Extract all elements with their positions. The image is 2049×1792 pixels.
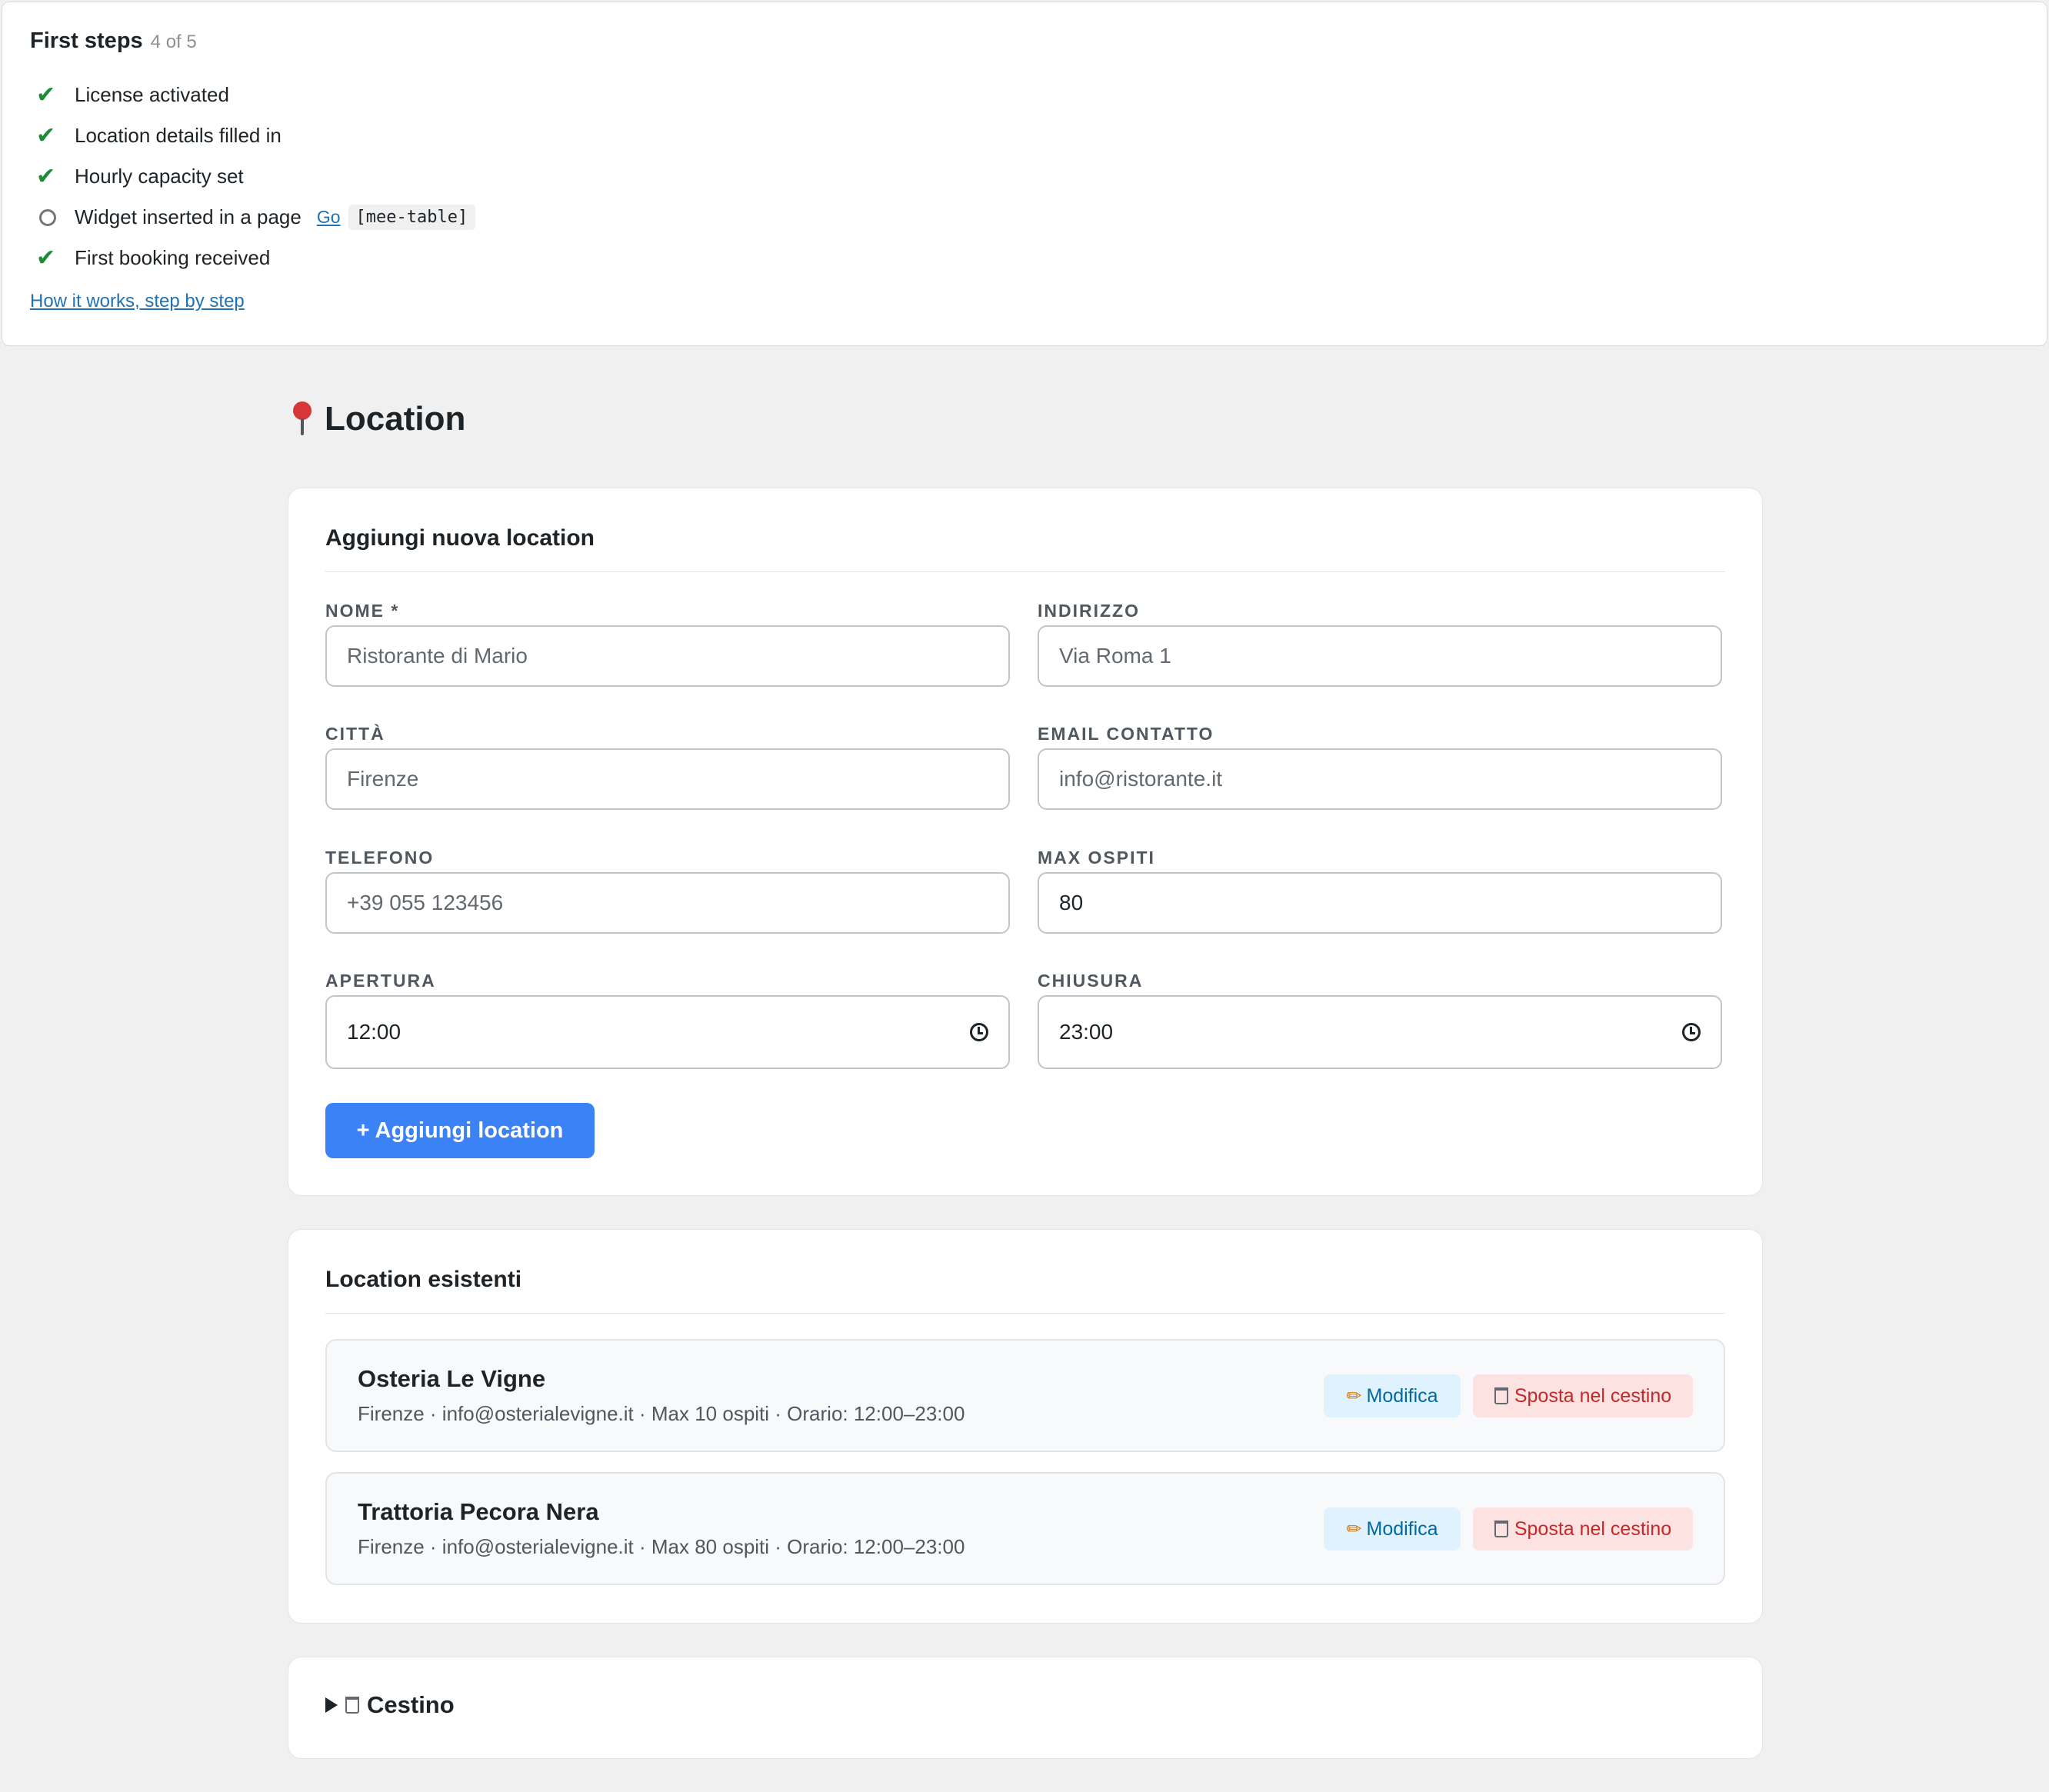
- nome-input[interactable]: Ristorante di Mario: [325, 625, 1010, 687]
- first-steps-list: ✔ License activated ✔ Location details f…: [30, 75, 2019, 278]
- trash-icon: [1494, 1387, 1508, 1404]
- indirizzo-input[interactable]: Via Roma 1: [1038, 625, 1722, 687]
- chiusura-field-group: CHIUSURA 23:00: [1038, 971, 1722, 1069]
- checkmark-icon: ✔: [36, 245, 56, 271]
- trash-card: Cestino: [288, 1657, 1763, 1759]
- existing-locations-title: Location esistenti: [325, 1267, 522, 1292]
- step-label: Location details filled in: [75, 124, 282, 147]
- apertura-time-input[interactable]: 12:00: [325, 995, 1010, 1069]
- add-location-button[interactable]: + Aggiungi location: [325, 1103, 595, 1158]
- existing-locations-card: Location esistenti Osteria Le Vigne Fire…: [288, 1229, 1763, 1624]
- max-ospiti-input[interactable]: 80: [1038, 872, 1722, 934]
- max-ospiti-field-group: MAX OSPITI 80: [1038, 848, 1722, 934]
- first-steps-progress: 4 of 5: [150, 32, 197, 52]
- nome-label: NOME *: [325, 601, 400, 621]
- pin-icon: [291, 400, 314, 438]
- telefono-input[interactable]: +39 055 123456: [325, 872, 1010, 934]
- step-item: ✔ License activated: [30, 75, 2019, 115]
- move-to-trash-button[interactable]: Sposta nel cestino: [1473, 1374, 1693, 1417]
- citta-field-group: CITTÀ Firenze: [325, 724, 1010, 810]
- triangle-right-icon: [325, 1697, 338, 1713]
- telefono-label: TELEFONO: [325, 848, 435, 868]
- trash-title: Cestino: [367, 1691, 455, 1718]
- pencil-icon: ✏: [1346, 1518, 1362, 1540]
- divider: [325, 571, 1725, 572]
- first-steps-panel: First steps 4 of 5 ✔ License activated ✔…: [2, 2, 2047, 346]
- page-heading: Location: [291, 400, 465, 438]
- chiusura-time-input[interactable]: 23:00: [1038, 995, 1722, 1069]
- step-label: First booking received: [75, 246, 271, 269]
- checkmark-icon: ✔: [36, 82, 56, 108]
- trash-toggle[interactable]: Cestino: [325, 1691, 455, 1719]
- location-meta: Firenze · info@osterialevigne.it · Max 1…: [358, 1402, 965, 1425]
- first-steps-header: First steps 4 of 5: [30, 28, 2019, 59]
- step-label: Widget inserted in a page: [75, 205, 302, 228]
- trash-label: Sposta nel cestino: [1514, 1384, 1672, 1407]
- step-item: Widget inserted in a page Go [mee-table]: [30, 197, 2019, 238]
- trash-label: Sposta nel cestino: [1514, 1517, 1672, 1540]
- apertura-label: APERTURA: [325, 971, 436, 991]
- chiusura-label: CHIUSURA: [1038, 971, 1144, 991]
- telefono-field-group: TELEFONO +39 055 123456: [325, 848, 1010, 934]
- nome-field-group: NOME * Ristorante di Mario: [325, 601, 1010, 687]
- edit-label: Modifica: [1366, 1517, 1438, 1540]
- email-label: EMAIL CONTATTO: [1038, 724, 1214, 744]
- location-item: Osteria Le Vigne Firenze · info@osterial…: [325, 1339, 1725, 1452]
- location-name: Osteria Le Vigne: [358, 1365, 546, 1392]
- step-label: Hourly capacity set: [75, 165, 244, 188]
- clock-icon[interactable]: [970, 1023, 988, 1041]
- trash-icon: [345, 1697, 359, 1714]
- indirizzo-field-group: INDIRIZZO Via Roma 1: [1038, 601, 1722, 687]
- how-it-works-link[interactable]: How it works, step by step: [30, 291, 245, 312]
- pencil-icon: ✏: [1346, 1385, 1362, 1407]
- citta-label: CITTÀ: [325, 724, 385, 744]
- location-meta: Firenze · info@osterialevigne.it · Max 8…: [358, 1535, 965, 1558]
- location-item: Trattoria Pecora Nera Firenze · info@ost…: [325, 1472, 1725, 1585]
- page-title: Location: [325, 400, 466, 438]
- citta-input[interactable]: Firenze: [325, 748, 1010, 810]
- divider: [325, 1313, 1725, 1314]
- step-item: ✔ Hourly capacity set: [30, 156, 2019, 197]
- circle-outline-icon: [39, 208, 56, 226]
- checkmark-icon: ✔: [36, 122, 56, 148]
- shortcode: [mee-table]: [348, 205, 476, 230]
- go-link[interactable]: Go: [317, 207, 341, 228]
- move-to-trash-button[interactable]: Sposta nel cestino: [1473, 1507, 1693, 1551]
- apertura-field-group: APERTURA 12:00: [325, 971, 1010, 1069]
- checkmark-icon: ✔: [36, 163, 56, 189]
- indirizzo-label: INDIRIZZO: [1038, 601, 1140, 621]
- add-location-title: Aggiungi nuova location: [325, 525, 595, 551]
- clock-icon[interactable]: [1682, 1023, 1701, 1041]
- step-item: ✔ Location details filled in: [30, 115, 2019, 156]
- apertura-value: 12:00: [347, 1020, 401, 1044]
- step-label: License activated: [75, 83, 229, 106]
- step-item: ✔ First booking received: [30, 238, 2019, 278]
- first-steps-title: First steps: [30, 28, 143, 53]
- edit-label: Modifica: [1366, 1384, 1438, 1407]
- email-input[interactable]: info@ristorante.it: [1038, 748, 1722, 810]
- chiusura-value: 23:00: [1059, 1020, 1114, 1044]
- edit-button[interactable]: ✏ Modifica: [1324, 1507, 1461, 1551]
- trash-icon: [1494, 1521, 1508, 1537]
- edit-button[interactable]: ✏ Modifica: [1324, 1374, 1461, 1417]
- add-location-card: Aggiungi nuova location NOME * Ristorant…: [288, 488, 1763, 1196]
- email-field-group: EMAIL CONTATTO info@ristorante.it: [1038, 724, 1722, 810]
- location-name: Trattoria Pecora Nera: [358, 1498, 599, 1525]
- max-ospiti-label: MAX OSPITI: [1038, 848, 1155, 868]
